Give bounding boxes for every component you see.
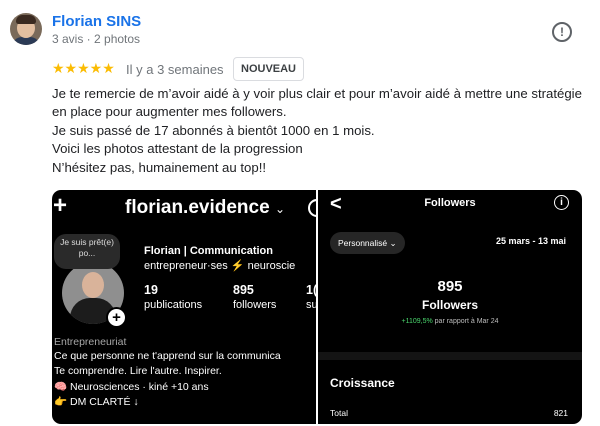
review-line: Voici les photos attestant de la progres… bbox=[52, 141, 303, 157]
stat-value: 19 bbox=[144, 283, 158, 297]
stat-value: 895 bbox=[233, 283, 254, 297]
review-line: Je suis passé de 17 abonnés à bientôt 10… bbox=[52, 122, 375, 138]
reviewer-meta: 3 avis · 2 photos bbox=[52, 32, 141, 46]
stat-value: 1( bbox=[306, 283, 316, 297]
bio-line: Ce que personne ne t'apprend sur la comm… bbox=[54, 350, 281, 362]
photo-instagram-profile[interactable]: + florian.evidence ⌄ Je suis prêt(e) po.… bbox=[52, 190, 316, 424]
review-line: Je te remercie de m’avoir aidé à y voir … bbox=[52, 86, 582, 101]
bio-line: 🧠 Neurosciences · kiné +10 ans bbox=[54, 381, 209, 393]
profile-category: entrepreneur·ses ⚡ neuroscie bbox=[144, 260, 296, 272]
profile-note: Je suis prêt(e) po... bbox=[54, 234, 120, 269]
reviewer-avatar[interactable] bbox=[10, 13, 42, 45]
stat-label: su bbox=[306, 299, 316, 311]
report-info-icon[interactable]: ! bbox=[552, 22, 572, 42]
period-dropdown: Personnalisé ⌄ bbox=[330, 232, 405, 254]
chevron-down-icon: ⌄ bbox=[274, 202, 286, 216]
followers-count: 895 bbox=[437, 278, 463, 295]
review-photos: + florian.evidence ⌄ Je suis prêt(e) po.… bbox=[52, 190, 582, 424]
new-badge: NOUVEAU bbox=[233, 57, 305, 81]
total-value: 821 bbox=[553, 408, 568, 418]
profile-name: Florian | Communication bbox=[144, 245, 273, 257]
review-date: Il y a 3 semaines bbox=[126, 62, 224, 77]
plus-icon: + bbox=[53, 192, 68, 219]
stat-label: publications bbox=[144, 299, 203, 311]
total-label: Total bbox=[330, 408, 348, 418]
review-card: Florian SINS 3 avis · 2 photos ! ★★★★★ I… bbox=[0, 0, 600, 426]
section-divider bbox=[318, 352, 582, 360]
rating-stars: ★★★★★ bbox=[52, 60, 115, 76]
review-line: N’hésitez pas, humainement au top!! bbox=[52, 159, 267, 175]
bio-line: 👉 DM CLARTÉ ↓ bbox=[54, 396, 139, 408]
photo-followers-insights[interactable]: < Followers i Personnalisé ⌄ 25 mars - 1… bbox=[318, 190, 582, 424]
info-icon: i bbox=[554, 195, 569, 210]
threads-icon bbox=[308, 199, 316, 217]
add-story-icon: + bbox=[106, 307, 127, 328]
date-range: 25 mars - 13 mai bbox=[496, 236, 567, 246]
growth-section-title: Croissance bbox=[330, 376, 395, 390]
bio-line: Te comprendre. Lire l'autre. Inspirer. bbox=[54, 365, 222, 377]
followers-label: Followers bbox=[421, 298, 478, 312]
insights-title: Followers bbox=[424, 197, 476, 209]
profile-handle: florian.evidence ⌄ bbox=[125, 197, 286, 218]
bio-category: Entrepreneuriat bbox=[54, 336, 127, 348]
stat-label: followers bbox=[233, 299, 277, 311]
review-text: Je te remercie de m’avoir aidé à y voir … bbox=[52, 85, 592, 177]
review-line: en place pour augmenter mes followers. bbox=[52, 104, 287, 120]
growth-text: +1109,5% par rapport à Mar 24 bbox=[401, 318, 499, 325]
reviewer-name[interactable]: Florian SINS bbox=[52, 13, 141, 30]
